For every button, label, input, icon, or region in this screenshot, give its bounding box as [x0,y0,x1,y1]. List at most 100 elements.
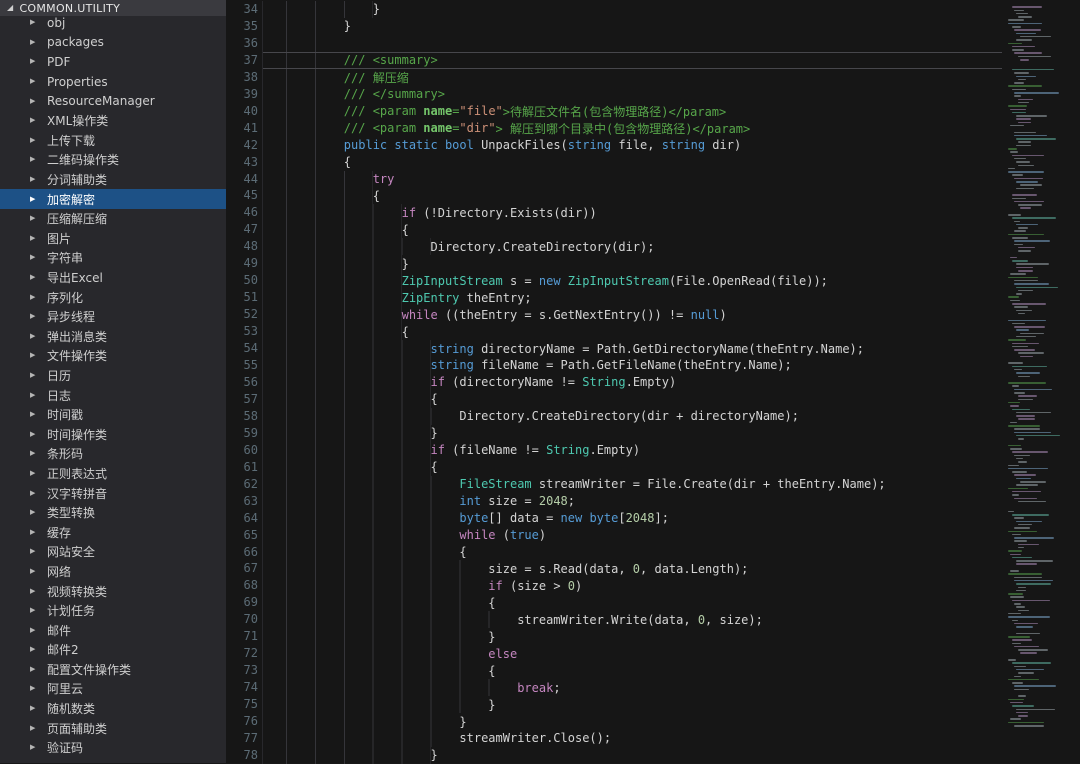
code-line[interactable]: { [263,154,1002,171]
code-line[interactable]: /// </summary> [263,86,1002,103]
code-line[interactable]: } [263,696,1002,713]
sidebar-item[interactable]: ▶邮件 [0,620,226,640]
code-line[interactable]: Directory.CreateDirectory(dir); [263,238,1002,255]
code-line[interactable]: streamWriter.Close(); [263,730,1002,747]
code-line[interactable]: { [263,221,1002,238]
line-number[interactable]: 61 [226,459,258,476]
sidebar-item[interactable]: ▶页面辅助类 [0,718,226,738]
line-number[interactable]: 47 [226,221,258,238]
sidebar-item[interactable]: ▶汉字转拼音 [0,483,226,503]
code-line[interactable]: int size = 2048; [263,493,1002,510]
line-number[interactable]: 73 [226,662,258,679]
sidebar-item[interactable]: ▶加密解密 [0,189,226,209]
code-line[interactable]: } [263,425,1002,442]
code-line[interactable]: FileStream streamWriter = File.Create(di… [263,476,1002,493]
sidebar-item[interactable]: ▶邮件2 [0,640,226,660]
code-line[interactable]: string directoryName = Path.GetDirectory… [263,340,1002,357]
sidebar-item[interactable]: ▶视频转换类 [0,581,226,601]
code-line[interactable]: if (fileName != String.Empty) [263,442,1002,459]
line-number[interactable]: 59 [226,425,258,442]
line-number[interactable]: 36 [226,35,258,52]
sidebar-item[interactable]: ▶验证码 [0,738,226,758]
line-number[interactable]: 63 [226,493,258,510]
sidebar-item[interactable]: ▶时间操作类 [0,424,226,444]
sidebar-item[interactable]: ▶缓存 [0,522,226,542]
line-number[interactable]: 48 [226,238,258,255]
code-line[interactable]: { [263,323,1002,340]
sidebar-item[interactable]: ▶日志 [0,385,226,405]
code-line[interactable]: else [263,645,1002,662]
code-line[interactable]: { [263,459,1002,476]
code-line[interactable]: } [263,18,1002,35]
code-line[interactable]: if (size > 0) [263,577,1002,594]
sidebar-item[interactable]: ▶时间戳 [0,405,226,425]
line-number[interactable]: 54 [226,340,258,357]
code-line[interactable]: /// <param name="dir"> 解压到哪个目录中(包含物理路径)<… [263,120,1002,137]
sidebar-item[interactable]: ▶packages [0,33,226,53]
code-line[interactable]: } [263,747,1002,764]
line-number[interactable]: 51 [226,289,258,306]
sidebar-item[interactable]: ▶类型转换 [0,503,226,523]
code-line[interactable]: if (directoryName != String.Empty) [263,374,1002,391]
line-number[interactable]: 56 [226,374,258,391]
sidebar-item[interactable]: ▶导出Excel [0,268,226,288]
line-number[interactable]: 41 [226,120,258,137]
sidebar-item[interactable]: ▶随机数类 [0,699,226,719]
line-number[interactable]: 76 [226,713,258,730]
code-line[interactable]: /// <param name="file">待解压文件名(包含物理路径)</p… [263,103,1002,120]
line-number[interactable]: 55 [226,357,258,374]
line-number[interactable]: 42 [226,137,258,154]
line-number[interactable]: 52 [226,306,258,323]
line-number[interactable]: 65 [226,527,258,544]
line-number[interactable]: 49 [226,255,258,272]
code-pane[interactable]: }}/// <summary>/// 解压缩/// </summary>/// … [262,1,1002,764]
sidebar-item[interactable]: ▶ResourceManager [0,91,226,111]
code-line[interactable]: break; [263,679,1002,696]
line-number[interactable]: 46 [226,204,258,221]
code-line[interactable]: while (true) [263,527,1002,544]
sidebar-item[interactable]: ▶Properties [0,72,226,92]
code-line[interactable]: } [263,713,1002,730]
sidebar-item[interactable]: ▶计划任务 [0,601,226,621]
code-line[interactable]: try [263,171,1002,188]
sidebar-item[interactable]: ▶正则表达式 [0,464,226,484]
sidebar-item[interactable]: ▶字符串 [0,248,226,268]
line-number[interactable]: 64 [226,510,258,527]
sidebar-item[interactable]: ▶分词辅助类 [0,170,226,190]
sidebar-item[interactable]: ▶网站安全 [0,542,226,562]
code-line[interactable]: ZipEntry theEntry; [263,289,1002,306]
code-line[interactable]: } [263,1,1002,18]
code-line[interactable] [263,35,1002,52]
solution-root-node[interactable]: ◢ COMMON.UTILITY [0,0,226,16]
line-number[interactable]: 37 [226,52,258,69]
sidebar-item[interactable]: ▶二维码操作类 [0,150,226,170]
sidebar-item[interactable]: ▶上传下载 [0,131,226,151]
sidebar-item[interactable]: ▶阿里云 [0,679,226,699]
line-number[interactable]: 69 [226,594,258,611]
sidebar-item[interactable]: ▶网络 [0,562,226,582]
code-line[interactable]: { [263,187,1002,204]
code-line[interactable]: if (!Directory.Exists(dir)) [263,204,1002,221]
line-number[interactable]: 70 [226,611,258,628]
line-number[interactable]: 68 [226,577,258,594]
sidebar-item[interactable]: ▶图片 [0,229,226,249]
line-number[interactable]: 72 [226,645,258,662]
line-number[interactable]: 62 [226,476,258,493]
sidebar-item[interactable]: ▶文件操作类 [0,346,226,366]
sidebar-item[interactable]: ▶弹出消息类 [0,327,226,347]
line-number[interactable]: 50 [226,272,258,289]
code-line[interactable]: { [263,662,1002,679]
line-number[interactable]: 40 [226,103,258,120]
line-number-gutter[interactable]: 3435363738394041424344454647484950515253… [226,1,258,764]
line-number[interactable]: 44 [226,171,258,188]
sidebar-item[interactable]: ▶异步线程 [0,307,226,327]
line-number[interactable]: 60 [226,442,258,459]
line-number[interactable]: 57 [226,391,258,408]
code-line[interactable]: { [263,391,1002,408]
sidebar-item[interactable]: ▶压缩解压缩 [0,209,226,229]
code-line[interactable]: { [263,544,1002,561]
code-line[interactable]: streamWriter.Write(data, 0, size); [263,611,1002,628]
line-number[interactable]: 39 [226,86,258,103]
sidebar-item[interactable]: ▶XML操作类 [0,111,226,131]
sidebar-item[interactable]: ▶条形码 [0,444,226,464]
